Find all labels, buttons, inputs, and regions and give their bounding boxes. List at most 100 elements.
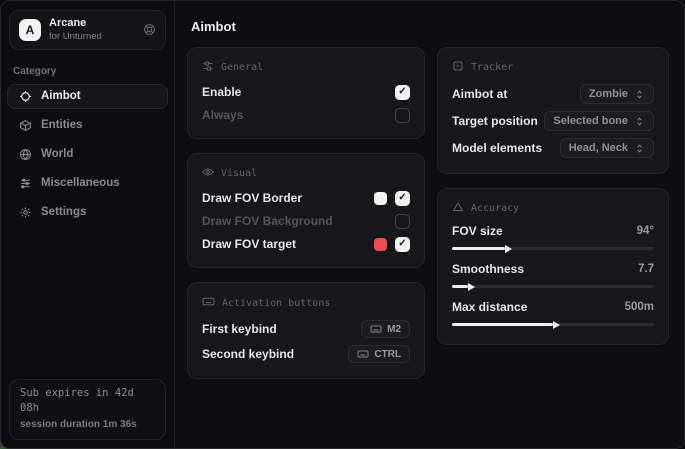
fov-background-checkbox[interactable]: ✓ — [395, 214, 410, 229]
sliders-icon — [18, 177, 32, 190]
gear-icon — [18, 206, 32, 219]
app-window: A Arcane for Unturned Category A — [0, 0, 685, 449]
keyboard-icon — [357, 348, 369, 360]
sidebar-item-label: Aimbot — [41, 90, 81, 102]
setting-label: Target position — [452, 114, 538, 128]
setting-label: Model elements — [452, 141, 542, 155]
crosshair-icon — [18, 90, 32, 103]
setting-label: Smoothness — [452, 262, 524, 276]
sidebar-item-label: Entities — [41, 119, 83, 131]
setting-label: Draw FOV Border — [202, 191, 302, 205]
dropdown-value: Zombie — [589, 88, 628, 100]
keyboard-icon — [202, 295, 215, 311]
sidebar-item-world[interactable]: World — [7, 142, 168, 167]
setting-label: Enable — [202, 85, 241, 99]
lifebuoy-icon[interactable] — [143, 23, 156, 36]
setting-row-enable: Enable ✓ — [202, 81, 410, 103]
general-card: General Enable ✓ Always ✓ — [187, 47, 425, 139]
smoothness-slider-group: Smoothness 7.7 — [452, 260, 654, 288]
setting-row-fov-target: Draw FOV target ✓ — [202, 233, 410, 255]
globe-icon — [18, 148, 32, 161]
slider-handle[interactable] — [553, 321, 560, 329]
general-icon — [202, 60, 214, 75]
setting-label: First keybind — [202, 322, 277, 336]
setting-row-always: Always ✓ — [202, 104, 410, 126]
sidebar: A Arcane for Unturned Category A — [1, 1, 175, 448]
setting-label: FOV size — [452, 224, 503, 238]
activation-section-label: Activation buttons — [222, 298, 330, 309]
main-panel: Aimbot General Enable ✓ — [175, 1, 684, 448]
fov-size-slider[interactable] — [452, 247, 654, 250]
visual-card: Visual Draw FOV Border ✓ Draw FOV Backgr… — [187, 153, 425, 268]
brand-card: A Arcane for Unturned — [9, 10, 166, 50]
setting-row-target-position: Target position Selected bone — [452, 108, 654, 134]
enable-checkbox[interactable]: ✓ — [395, 85, 410, 100]
avatar: A — [19, 19, 41, 41]
setting-row-fov-border: Draw FOV Border ✓ — [202, 187, 410, 209]
sidebar-item-label: Settings — [41, 206, 86, 218]
smoothness-slider[interactable] — [452, 285, 654, 288]
keybind-value: CTRL — [374, 349, 401, 360]
tracker-section-label: Tracker — [471, 62, 513, 73]
max-distance-slider-group: Max distance 500m — [452, 298, 654, 326]
aimbot-at-dropdown[interactable]: Zombie — [580, 84, 654, 104]
tracker-icon — [452, 60, 464, 75]
triangle-icon — [452, 201, 464, 216]
target-position-dropdown[interactable]: Selected bone — [544, 111, 654, 131]
max-distance-slider[interactable] — [452, 323, 654, 326]
page-title: Aimbot — [191, 19, 669, 34]
keyboard-icon — [370, 323, 382, 335]
session-duration-text: session duration 1m 36s — [20, 417, 155, 432]
sidebar-item-label: Miscellaneous — [41, 177, 120, 189]
chevron-up-down-icon — [634, 116, 645, 127]
visual-icon — [202, 166, 214, 181]
tracker-card: Tracker Aimbot at Zombie Target position — [437, 47, 669, 174]
smoothness-value: 7.7 — [638, 263, 654, 275]
fov-target-checkbox[interactable]: ✓ — [395, 237, 410, 252]
app-subtitle: for Unturned — [49, 31, 102, 43]
setting-row-model-elements: Model elements Head, Neck — [452, 135, 654, 161]
model-elements-dropdown[interactable]: Head, Neck — [560, 138, 654, 158]
sidebar-item-miscellaneous[interactable]: Miscellaneous — [7, 171, 168, 196]
sidebar-item-label: World — [41, 148, 73, 160]
fov-border-checkbox[interactable]: ✓ — [395, 191, 410, 206]
setting-row-second-keybind: Second keybind CTRL — [202, 342, 410, 366]
sidebar-nav: Aimbot Entities World — [1, 84, 174, 225]
sidebar-item-entities[interactable]: Entities — [7, 113, 168, 138]
dropdown-value: Head, Neck — [569, 142, 628, 154]
chevron-up-down-icon — [634, 143, 645, 154]
setting-label: Aimbot at — [452, 87, 507, 101]
max-distance-value: 500m — [625, 301, 654, 313]
chevron-up-down-icon — [634, 89, 645, 100]
setting-label: Second keybind — [202, 347, 294, 361]
color-swatch-red[interactable] — [374, 238, 387, 251]
color-swatch-white[interactable] — [374, 192, 387, 205]
fov-size-value: 94° — [637, 225, 654, 237]
first-keybind-button[interactable]: M2 — [361, 320, 410, 338]
subscription-status-card: Sub expires in 42d 08h session duration … — [9, 379, 166, 441]
general-section-label: General — [221, 62, 263, 73]
dropdown-value: Selected bone — [553, 115, 628, 127]
fov-size-slider-group: FOV size 94° — [452, 222, 654, 250]
slider-handle[interactable] — [468, 283, 475, 291]
activation-card: Activation buttons First keybind M2 Seco… — [187, 282, 425, 379]
accuracy-card: Accuracy FOV size 94° — [437, 188, 669, 345]
category-label: Category — [13, 66, 162, 77]
setting-row-aimbot-at: Aimbot at Zombie — [452, 81, 654, 107]
setting-label: Draw FOV Background — [202, 214, 333, 228]
keybind-value: M2 — [387, 324, 401, 335]
second-keybind-button[interactable]: CTRL — [348, 345, 410, 363]
setting-row-fov-background: Draw FOV Background ✓ — [202, 210, 410, 232]
sidebar-item-aimbot[interactable]: Aimbot — [7, 84, 168, 109]
setting-label: Max distance — [452, 300, 527, 314]
setting-label: Draw FOV target — [202, 237, 296, 251]
sidebar-item-settings[interactable]: Settings — [7, 200, 168, 225]
entities-icon — [18, 119, 32, 132]
always-checkbox[interactable]: ✓ — [395, 108, 410, 123]
sub-expiry-text: Sub expires in 42d 08h — [20, 386, 155, 418]
slider-handle[interactable] — [505, 245, 512, 253]
visual-section-label: Visual — [221, 168, 257, 179]
app-name: Arcane — [49, 17, 102, 31]
setting-label: Always — [202, 108, 243, 122]
setting-row-first-keybind: First keybind M2 — [202, 317, 410, 341]
